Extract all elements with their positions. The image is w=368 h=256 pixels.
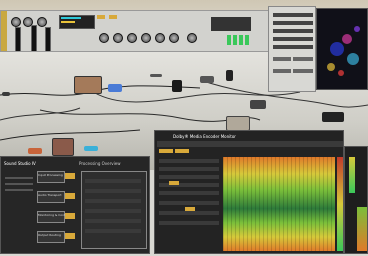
meter-strip: [357, 207, 367, 251]
settings-row[interactable]: [273, 57, 291, 61]
window-title: Dolby® Media Encoder Monitor: [173, 134, 236, 139]
status-indicator: [65, 213, 75, 219]
settings-row[interactable]: [273, 37, 313, 41]
meter-bar-green: [233, 35, 237, 45]
yellow-button[interactable]: [109, 15, 117, 19]
knob[interactable]: [187, 33, 197, 43]
toolbar-button[interactable]: [175, 149, 189, 153]
blue-device: [108, 84, 122, 92]
knob[interactable]: [141, 33, 151, 43]
meter-strip: [349, 157, 355, 193]
section-label: Input Processing: [38, 173, 63, 177]
info-line: [5, 189, 33, 191]
tiny-device-2: [150, 74, 162, 77]
control-row[interactable]: [159, 167, 219, 171]
orange-device: [28, 148, 42, 154]
settings-row[interactable]: [273, 69, 291, 73]
spatial-visualizer-window: [316, 8, 368, 90]
settings-row[interactable]: [273, 21, 313, 25]
info-line: [5, 183, 33, 185]
control-row[interactable]: [159, 191, 219, 195]
tiny-device: [2, 92, 10, 96]
knob[interactable]: [113, 33, 123, 43]
meter-bar-green: [239, 35, 243, 45]
settings-row[interactable]: [273, 29, 313, 33]
section-label: Output Routing: [38, 233, 61, 237]
spectrogram-heatmap: [223, 157, 335, 251]
studio-scene: Sound Studio IV Processing Overview Inpu…: [0, 0, 368, 256]
info-line: [5, 177, 33, 179]
control-row[interactable]: [159, 201, 219, 205]
knob[interactable]: [99, 33, 109, 43]
settings-row[interactable]: [293, 57, 313, 61]
settings-row[interactable]: [273, 45, 313, 49]
toolbar: [157, 141, 343, 147]
meter-bar-green: [245, 35, 249, 45]
display-readout: [61, 21, 75, 23]
processing-row: [85, 189, 141, 193]
knob[interactable]: [11, 17, 21, 27]
meter-bar-green: [227, 35, 231, 45]
sound-studio-window: Sound Studio IV Processing Overview Inpu…: [0, 156, 150, 254]
amp-device: [74, 76, 102, 94]
yellow-button[interactable]: [97, 15, 105, 19]
control-row[interactable]: [159, 211, 219, 215]
unit-right-2: [226, 116, 250, 131]
black-speaker: [172, 80, 182, 92]
processing-row: [85, 219, 141, 223]
fader[interactable]: [31, 25, 37, 51]
control-row[interactable]: [159, 183, 219, 187]
status-indicator: [65, 173, 75, 179]
control-row[interactable]: [159, 221, 219, 225]
settings-row[interactable]: [273, 13, 313, 17]
unit-right: [250, 100, 266, 109]
knob[interactable]: [127, 33, 137, 43]
status-indicator: [65, 233, 75, 239]
top-control-panel: [0, 10, 270, 52]
processing-row: [85, 209, 141, 213]
display-readout: [61, 17, 81, 19]
scatter-visual: [327, 26, 360, 76]
section-label: Audio Transport: [38, 193, 62, 197]
fader[interactable]: [15, 27, 21, 51]
toolbar-button[interactable]: [159, 149, 173, 153]
settings-row[interactable]: [293, 69, 313, 73]
control-row[interactable]: [159, 159, 219, 163]
cyan-device: [84, 146, 98, 151]
overview-header: Processing Overview: [79, 161, 121, 166]
small-box: [200, 76, 214, 83]
knob[interactable]: [37, 17, 47, 27]
red-box: [52, 138, 74, 156]
side-meter-window: [344, 146, 368, 254]
status-indicator: [65, 193, 75, 199]
right-settings-panel: [268, 6, 316, 92]
window-title: Sound Studio IV: [4, 161, 36, 166]
meter-block: [211, 17, 251, 31]
encoder-monitor-window: Dolby® Media Encoder Monitor: [154, 130, 344, 254]
knob[interactable]: [169, 33, 179, 43]
fader[interactable]: [45, 27, 51, 51]
knob[interactable]: [155, 33, 165, 43]
unit-far-right: [322, 112, 344, 122]
processing-row: [85, 229, 141, 233]
speaker-2: [226, 70, 233, 81]
yellow-tag[interactable]: [185, 207, 195, 211]
processing-row: [85, 199, 141, 203]
panel-yellow-strip: [1, 11, 7, 51]
yellow-tag[interactable]: [169, 181, 179, 185]
control-row[interactable]: [159, 175, 219, 179]
level-meter: [337, 157, 343, 251]
processing-row: [85, 179, 141, 183]
